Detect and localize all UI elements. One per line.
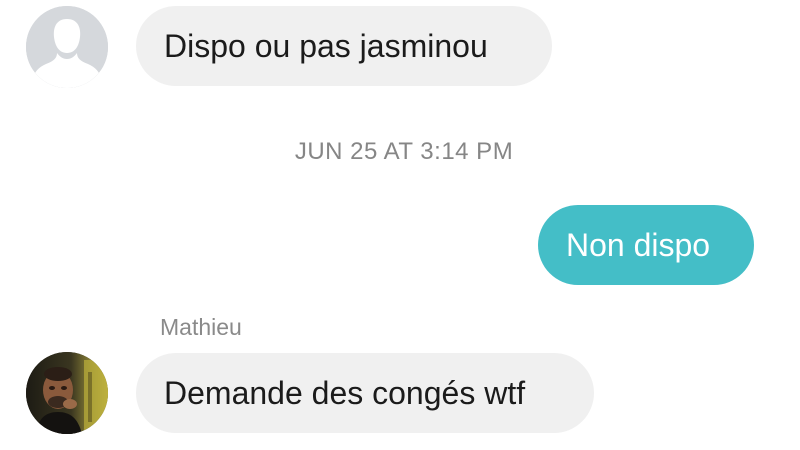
user-photo-icon: [26, 352, 108, 434]
message-text: Demande des congés wtf: [164, 374, 526, 411]
message-text: Dispo ou pas jasminou: [164, 27, 488, 64]
message-bubble-outgoing[interactable]: Non dispo: [538, 205, 754, 285]
sender-name: Mathieu: [160, 314, 242, 340]
default-avatar-icon[interactable]: [26, 6, 108, 88]
message-text: Non dispo: [566, 226, 711, 263]
message-bubble-incoming[interactable]: Demande des congés wtf: [136, 353, 594, 433]
sender-avatar[interactable]: [26, 352, 108, 434]
user-silhouette-icon: [26, 6, 108, 88]
message-bubble-incoming[interactable]: Dispo ou pas jasminou: [136, 6, 552, 86]
message-timestamp: JUN 25 AT 3:14 PM: [294, 138, 514, 165]
